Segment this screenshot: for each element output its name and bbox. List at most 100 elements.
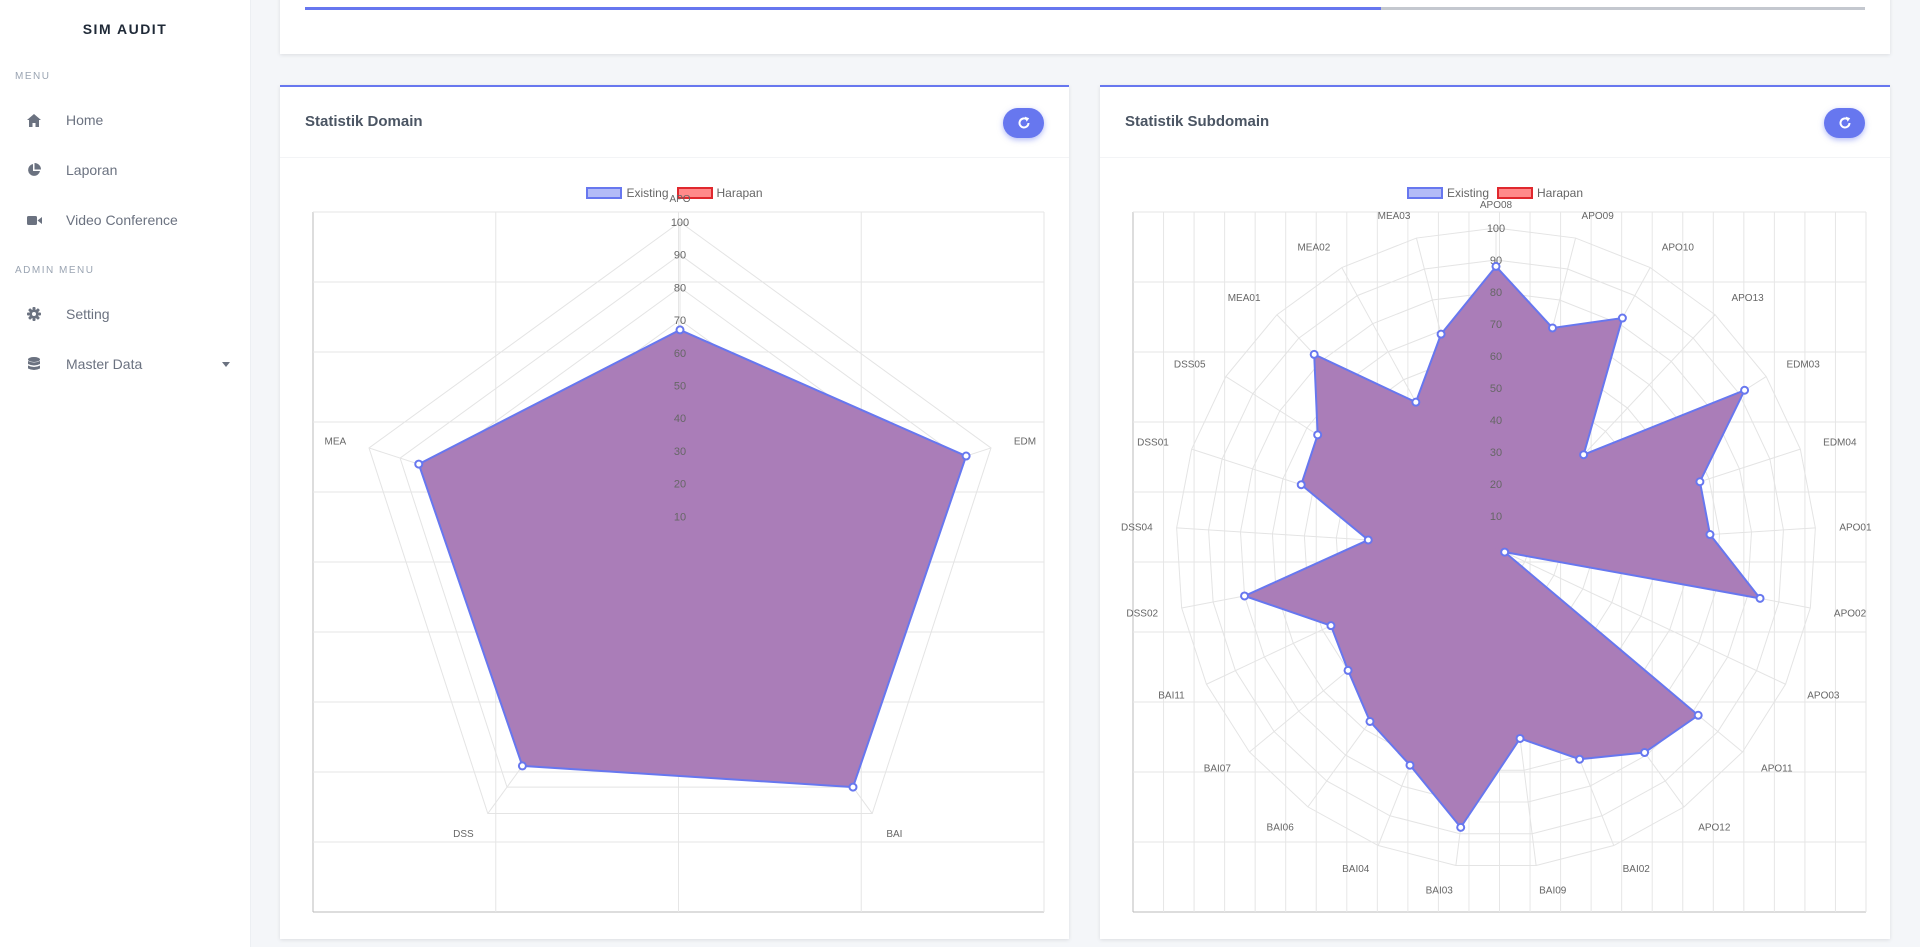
data-point-edm03[interactable] [1740,385,1750,395]
data-point-edm[interactable] [961,451,971,461]
category-label: EDM03 [1786,360,1820,371]
radar-tick-label: 20 [674,479,686,491]
data-point-bai11[interactable] [1326,621,1336,631]
progress-bar-fill [305,7,1382,10]
subdomain-radar-chart: 102030405060708090100APO08APO09APO10APO1… [1121,200,1872,913]
data-point-apo03[interactable] [1500,547,1510,557]
category-label: MEA02 [1297,243,1330,254]
category-label: APO10 [1662,243,1695,254]
sidebar-item-master-data[interactable]: Master Data [0,346,250,382]
brand-title[interactable]: SIM AUDIT [0,21,250,37]
data-point-apo09[interactable] [1548,323,1558,333]
radar-tick-label: 40 [674,413,686,425]
data-point-bai03[interactable] [1456,822,1466,832]
database-icon [26,356,42,372]
data-point-bai09[interactable] [1515,733,1525,743]
sidebar-item-label: Master Data [66,356,143,372]
data-point-apo12[interactable] [1640,748,1650,758]
data-point-dss04[interactable] [1363,535,1373,545]
radar-tick-label: 70 [674,315,686,327]
category-label: APO01 [1839,522,1872,533]
category-label: APO [669,194,690,205]
category-label: APO03 [1807,690,1840,701]
sidebar-item-home[interactable]: Home [0,102,250,138]
radar-tick-label: 90 [674,250,686,262]
category-label: DSS [453,829,474,840]
radar-tick-label: 70 [1490,319,1502,331]
radar-tick-label: 100 [671,217,689,229]
category-label: DSS01 [1137,438,1169,449]
gear-icon [26,306,42,322]
category-label: BAI [886,829,902,840]
data-point-mea[interactable] [414,459,424,469]
data-point-apo01[interactable] [1705,530,1715,540]
data-point-apo13[interactable] [1579,450,1589,460]
sidebar-item-setting[interactable]: Setting [0,296,250,332]
data-point-dss01[interactable] [1296,480,1306,490]
admin-menu-header: ADMIN MENU [15,265,95,276]
radar-tick-label: 20 [1490,479,1502,491]
category-label: DSS04 [1121,522,1153,533]
category-label: BAI03 [1426,885,1454,896]
video-camera-icon [26,212,42,228]
domain-radar-chart: 10 20 30 40 50 60 70 80 90 100 APO EDM BAI DSS MEA [312,194,1045,913]
data-point-mea01[interactable] [1309,349,1319,359]
category-label: MEA [325,437,347,448]
progress-card [280,0,1890,54]
category-label: BAI07 [1204,763,1232,774]
radar-tick-label: 100 [1487,223,1505,235]
data-point-edm04[interactable] [1695,477,1705,487]
category-label: DSS05 [1174,360,1206,371]
radar-tick-label: 50 [674,381,686,393]
chevron-down-icon [222,361,230,367]
radar-tick-label: 60 [674,348,686,360]
menu-header: MENU [15,71,51,82]
sidebar-item-label: Home [66,112,104,128]
data-point-dss02[interactable] [1240,591,1250,601]
sidebar-item-laporan[interactable]: Laporan [0,152,250,188]
data-point-mea03[interactable] [1436,329,1446,339]
pie-chart-icon [26,162,42,178]
category-label: MEA03 [1378,211,1411,222]
category-label: APO13 [1731,293,1764,304]
main-content: Statistik Domain Existing Harapan 10 20 30… [250,0,1920,947]
subdomain-chart-card: Statistik Subdomain Existing Harapan 10 2… [1100,85,1890,939]
data-point-bai04[interactable] [1405,760,1415,770]
sidebar-item-label: Laporan [66,162,118,178]
sidebar: SIM AUDIT MENU Home Laporan Video Confer… [0,0,251,947]
radar-tick-label: 50 [1490,383,1502,395]
category-label: APO11 [1761,763,1793,774]
sidebar-item-video-conference[interactable]: Video Conference [0,202,250,238]
category-label: MEA01 [1228,293,1261,304]
radar-tick-label: 30 [674,446,686,458]
data-point-apo02[interactable] [1755,593,1765,603]
data-point-dss05[interactable] [1313,430,1323,440]
radar-tick-label: 80 [674,282,686,294]
data-point-apo[interactable] [675,325,685,335]
data-point-bai07[interactable] [1343,665,1353,675]
category-label: APO08 [1480,200,1513,211]
data-point-apo08[interactable] [1491,261,1501,271]
sidebar-item-label: Video Conference [66,212,178,228]
domain-chart-card: Statistik Domain Existing Harapan 10 20 30… [280,85,1069,939]
data-point-bai[interactable] [848,782,858,792]
data-point-apo11[interactable] [1693,710,1703,720]
category-label: EDM04 [1823,438,1857,449]
data-point-apo10[interactable] [1617,313,1627,323]
category-label: APO09 [1582,211,1615,222]
data-point-dss[interactable] [517,761,527,771]
series-existing-area [417,328,968,789]
data-point-bai06[interactable] [1365,716,1375,726]
home-icon [26,112,42,128]
radar-tick-label: 10 [1490,511,1502,523]
category-label: APO02 [1834,608,1867,619]
category-label: BAI11 [1158,690,1185,701]
data-point-bai02[interactable] [1575,754,1585,764]
data-point-mea02[interactable] [1411,397,1421,407]
radar-tick-label: 80 [1490,287,1502,299]
category-label: BAI02 [1623,864,1651,875]
radar-tick-label: 30 [1490,447,1502,459]
sidebar-item-label: Setting [66,306,110,322]
progress-bar [305,7,1865,10]
category-label: BAI06 [1267,822,1295,833]
